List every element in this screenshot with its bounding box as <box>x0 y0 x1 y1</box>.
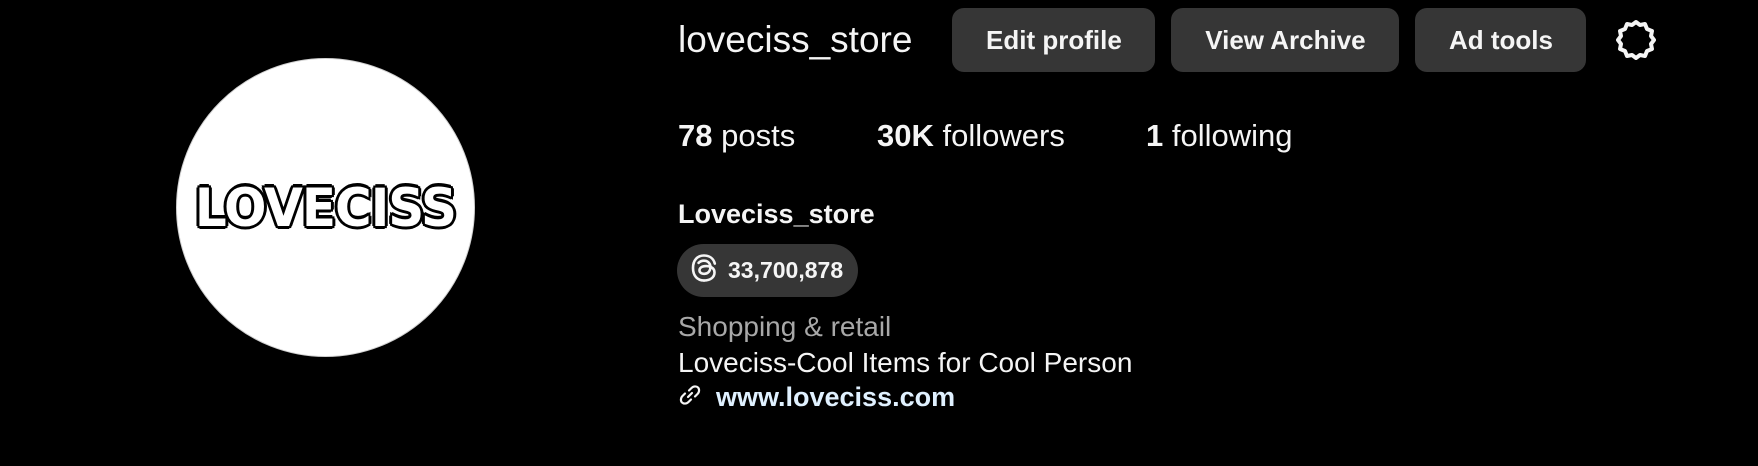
username: loveciss_store <box>678 19 913 60</box>
followers-label: followers <box>942 118 1065 153</box>
avatar-logo: LOVECISS <box>193 175 459 240</box>
website-link[interactable]: www.loveciss.com <box>678 382 955 413</box>
profile-avatar[interactable]: LOVECISS <box>176 58 475 357</box>
posts-number: 78 <box>678 118 713 153</box>
posts-label: posts <box>721 118 796 153</box>
bio-text: Loveciss-Cool Items for Cool Person <box>678 347 1133 378</box>
following-label: following <box>1171 118 1293 153</box>
threads-count: 33,700,878 <box>728 257 844 283</box>
website-link-text: www.loveciss.com <box>716 382 956 412</box>
profile-page: LOVECISS loveciss_store Edit profile Vie… <box>0 0 1758 466</box>
ad-tools-button[interactable]: Ad tools <box>1415 8 1587 72</box>
following-count[interactable]: 1 following <box>1146 118 1293 154</box>
followers-count[interactable]: 30K followers <box>877 118 1146 154</box>
followers-number: 30K <box>877 118 934 153</box>
profile-header: loveciss_store Edit profile View Archive… <box>678 8 1660 72</box>
posts-count[interactable]: 78 posts <box>678 118 877 154</box>
category-label: Shopping & retail <box>678 311 892 342</box>
threads-badge[interactable]: 33,700,878 <box>677 244 859 297</box>
edit-profile-button[interactable]: Edit profile <box>952 8 1156 72</box>
profile-stats: 78 posts 30K followers 1 following <box>678 118 1293 154</box>
display-name: Loveciss_store <box>678 199 875 229</box>
view-archive-button[interactable]: View Archive <box>1171 8 1400 72</box>
link-icon <box>678 383 702 412</box>
gear-icon[interactable] <box>1612 16 1660 64</box>
following-number: 1 <box>1146 118 1164 153</box>
threads-icon <box>690 253 718 288</box>
